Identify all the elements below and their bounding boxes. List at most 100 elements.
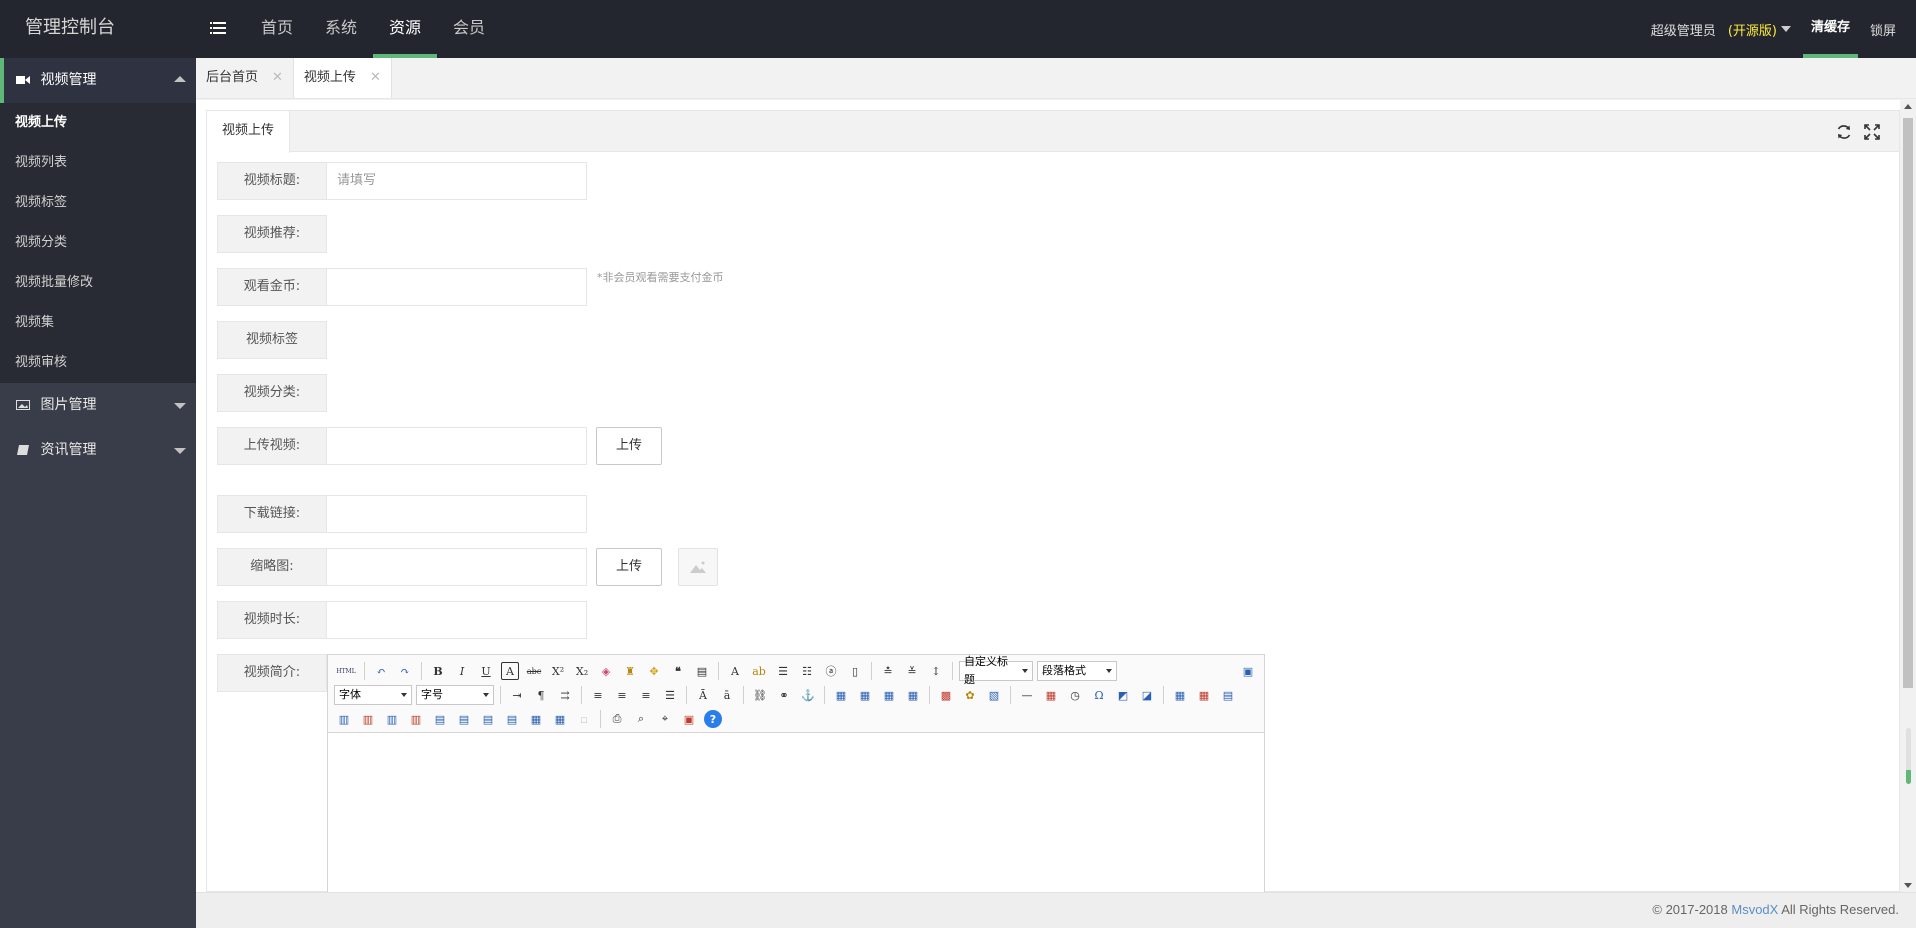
tab-dashboard[interactable]: 后台首页 ✕ xyxy=(196,58,294,98)
menu-toggle-icon[interactable] xyxy=(210,17,232,39)
split-cells-icon[interactable]: ▤ xyxy=(503,710,521,728)
edition-badge[interactable]: (开源版) xyxy=(1728,20,1777,39)
tab-video-upload[interactable]: 视频上传 ✕ xyxy=(293,58,392,98)
image-none-icon[interactable]: ▦ xyxy=(832,686,850,704)
sidebar-item-video-list[interactable]: 视频列表 xyxy=(0,143,196,183)
sidebar-group-video[interactable]: 视频管理 xyxy=(0,58,196,103)
subscript-icon[interactable]: X₂ xyxy=(573,662,591,680)
insert-time-icon[interactable]: ◷ xyxy=(1066,686,1084,704)
fullscreen-editor-icon[interactable]: ▣ xyxy=(1239,662,1257,680)
scroll-down-icon[interactable] xyxy=(1904,883,1912,888)
unlink-icon[interactable]: ⚭ xyxy=(775,686,793,704)
sidebar-item-video-upload[interactable]: 视频上传 xyxy=(0,103,196,143)
paragraph-format-select[interactable]: 段落格式 xyxy=(1037,661,1117,681)
undo-icon[interactable]: ↶ xyxy=(372,662,390,680)
ltr-icon[interactable]: ⇥ xyxy=(508,686,526,704)
uppercase-icon[interactable]: Ā xyxy=(694,686,712,704)
upload-thumbnail-button[interactable]: 上传 xyxy=(596,548,662,586)
auto-format-icon[interactable]: ✥ xyxy=(645,662,663,680)
font-size-select[interactable]: 字号 xyxy=(416,685,494,705)
search-replace-icon[interactable]: ◩ xyxy=(1114,686,1132,704)
html-source-icon[interactable]: HTML xyxy=(335,662,357,680)
sidebar-item-video-tags[interactable]: 视频标签 xyxy=(0,183,196,223)
row-spacing-bottom-icon[interactable]: ≚ xyxy=(903,662,921,680)
nav-members[interactable]: 会员 xyxy=(437,0,501,58)
image-center-icon[interactable]: ▦ xyxy=(904,686,922,704)
close-icon[interactable]: ✕ xyxy=(272,58,283,98)
link-icon[interactable]: ⛓ xyxy=(751,686,769,704)
highlight-icon[interactable]: ab xyxy=(750,662,768,680)
insert-date-icon[interactable]: ▦ xyxy=(1042,686,1060,704)
italic-icon[interactable]: I xyxy=(453,662,471,680)
redo-icon[interactable]: ↷ xyxy=(396,662,414,680)
scroll-up-icon[interactable] xyxy=(1904,104,1912,109)
underline-icon[interactable]: U xyxy=(477,662,495,680)
nav-home[interactable]: 首页 xyxy=(245,0,309,58)
paste-plain-icon[interactable]: ▤ xyxy=(693,662,711,680)
chevron-down-icon[interactable] xyxy=(1780,26,1791,32)
superscript-icon[interactable]: X² xyxy=(549,662,567,680)
attachment-icon[interactable]: ▫ xyxy=(575,710,593,728)
scroll-thumb[interactable] xyxy=(1903,118,1913,688)
thumbnail-preview[interactable] xyxy=(678,548,718,586)
panel-tab-video-upload[interactable]: 视频上传 xyxy=(207,111,291,153)
gold-input[interactable] xyxy=(327,268,587,306)
nav-system[interactable]: 系统 xyxy=(309,0,373,58)
merge-right-icon[interactable]: ▤ xyxy=(455,710,473,728)
font-color-icon[interactable]: A xyxy=(726,662,744,680)
lowercase-icon[interactable]: ā xyxy=(718,686,736,704)
refresh-icon[interactable] xyxy=(1835,123,1853,141)
special-char-icon[interactable]: Ω xyxy=(1090,686,1108,704)
title-input[interactable]: 请填写 xyxy=(327,162,587,200)
lock-screen-button[interactable]: 锁屏 xyxy=(1870,20,1896,39)
print-icon[interactable]: ⎙ xyxy=(608,710,626,728)
insert-row-icon[interactable]: ▥ xyxy=(335,710,353,728)
footer-brand-link[interactable]: MsvodX xyxy=(1731,902,1778,917)
split-rows-icon[interactable]: ▦ xyxy=(527,710,545,728)
custom-title-select[interactable]: 自定义标题 xyxy=(959,655,1033,686)
sidebar-group-news[interactable]: 资讯管理 xyxy=(0,428,196,473)
user-name[interactable]: 超级管理员 xyxy=(1651,20,1716,39)
merge-cells-icon[interactable]: ▤ xyxy=(431,710,449,728)
help-icon[interactable]: ? xyxy=(704,710,722,728)
row-spacing-top-icon[interactable]: ≛ xyxy=(879,662,897,680)
horizontal-rule-icon[interactable]: — xyxy=(1018,686,1036,704)
bold-icon[interactable]: B xyxy=(429,662,447,680)
split-cols-icon[interactable]: ▦ xyxy=(551,710,569,728)
close-icon[interactable]: ✕ xyxy=(370,58,381,98)
table-paragraph-icon[interactable]: ▤ xyxy=(1219,686,1237,704)
insert-table-icon[interactable]: ▦ xyxy=(1171,686,1189,704)
indent-icon[interactable]: ⇉ xyxy=(556,686,574,704)
app-logo[interactable]: 管理控制台 xyxy=(25,0,115,55)
blockquote-icon[interactable]: ❝ xyxy=(669,662,687,680)
clear-cache-button[interactable]: 清缓存 xyxy=(1802,0,1858,58)
rtl-icon[interactable]: ¶ xyxy=(532,686,550,704)
insert-image-icon[interactable]: ▩ xyxy=(937,686,955,704)
align-left-icon[interactable]: ≡ xyxy=(589,686,607,704)
align-justify-icon[interactable]: ☰ xyxy=(661,686,679,704)
insert-col-icon[interactable]: ▥ xyxy=(383,710,401,728)
drafts-icon[interactable]: ▣ xyxy=(680,710,698,728)
fullscreen-icon[interactable] xyxy=(1863,123,1881,141)
editor-body[interactable] xyxy=(328,733,1264,892)
nav-resources[interactable]: 资源 xyxy=(373,0,438,58)
emotion-icon[interactable]: ✿ xyxy=(961,686,979,704)
sidebar-item-video-batch-edit[interactable]: 视频批量修改 xyxy=(0,263,196,303)
clear-doc-icon[interactable]: ▯ xyxy=(846,662,864,680)
delete-col-icon[interactable]: ▥ xyxy=(407,710,425,728)
duration-input[interactable] xyxy=(327,601,587,639)
align-right-icon[interactable]: ≡ xyxy=(637,686,655,704)
unordered-list-icon[interactable]: ☷ xyxy=(798,662,816,680)
download-link-input[interactable] xyxy=(327,495,587,533)
sidebar-item-video-categories[interactable]: 视频分类 xyxy=(0,223,196,263)
preview-icon[interactable]: ⌕ xyxy=(632,710,650,728)
sidebar-item-video-collection[interactable]: 视频集 xyxy=(0,303,196,343)
delete-row-icon[interactable]: ▥ xyxy=(359,710,377,728)
insert-video-icon[interactable]: ▧ xyxy=(985,686,1003,704)
sidebar-group-images[interactable]: 图片管理 xyxy=(0,383,196,428)
video-file-input[interactable] xyxy=(327,427,587,465)
anchor-icon[interactable]: ⚓ xyxy=(799,686,817,704)
select-all-icon[interactable]: ⓐ xyxy=(822,662,840,680)
sidebar-item-video-review[interactable]: 视频审核 xyxy=(0,343,196,383)
eraser-icon[interactable]: ◈ xyxy=(597,662,615,680)
